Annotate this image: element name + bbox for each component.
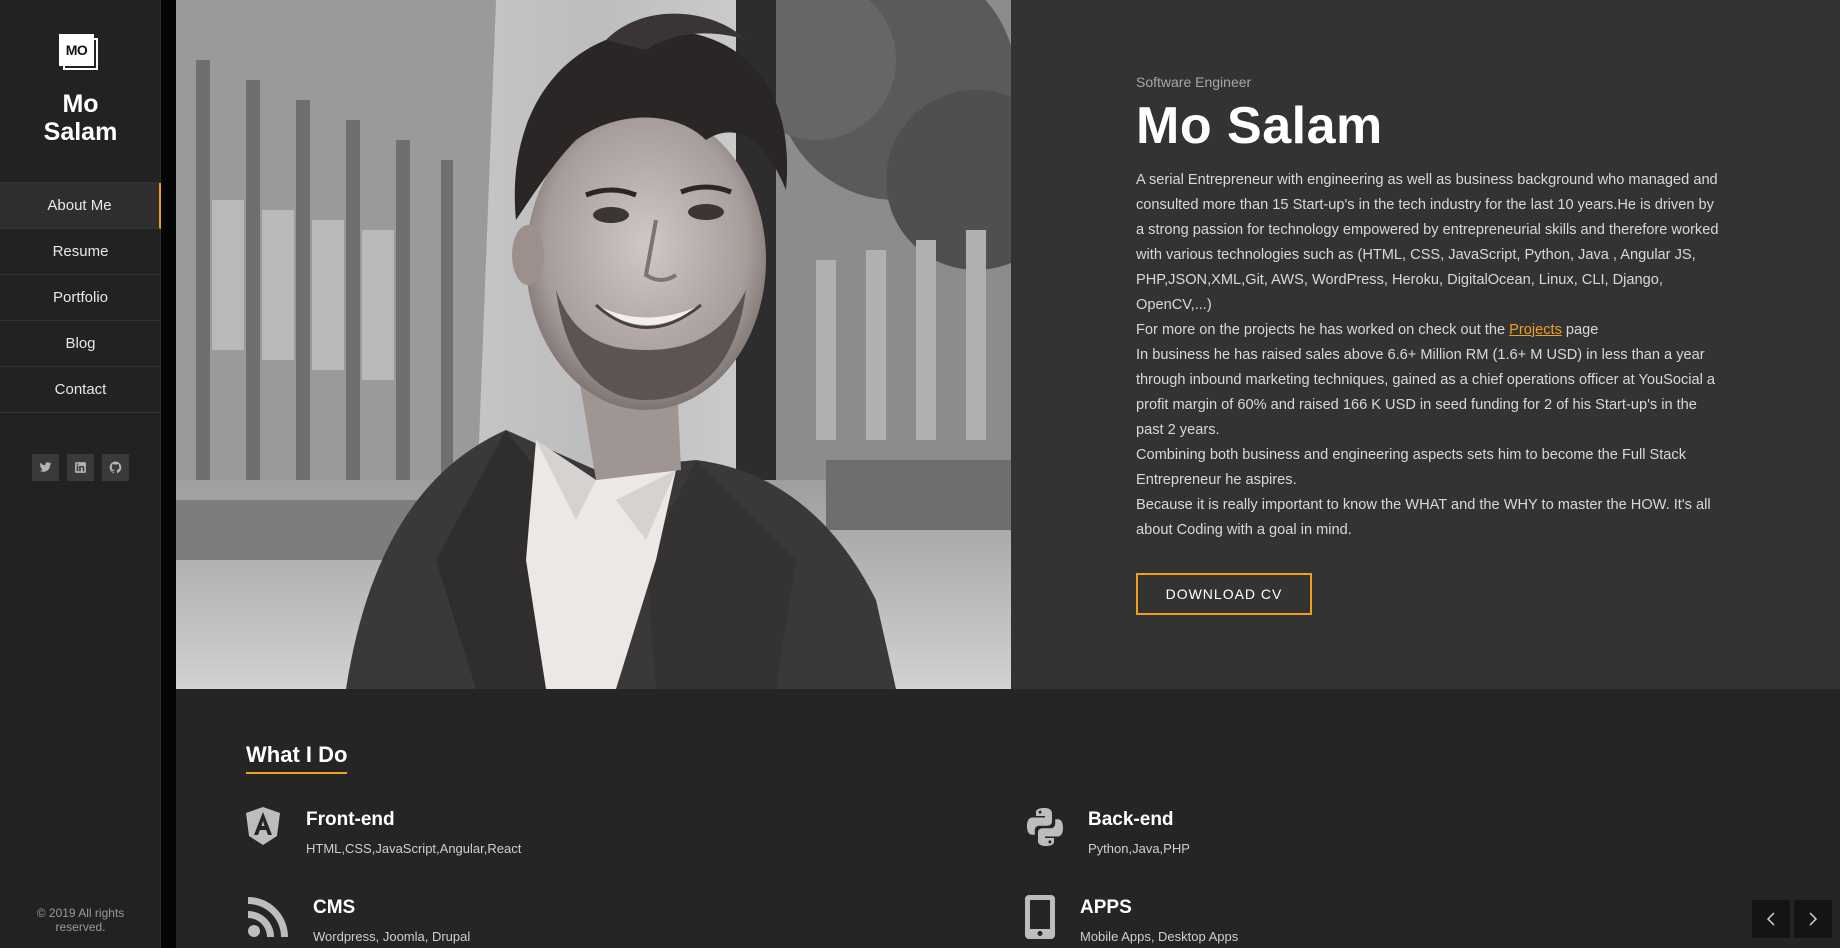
bio-paragraph: A serial Entrepreneur with engineering a… xyxy=(1136,172,1719,313)
bio-paragraph: Because it is really important to know t… xyxy=(1136,497,1711,538)
angular-icon xyxy=(246,807,280,845)
social-links xyxy=(32,454,129,481)
service-desc: HTML,CSS,JavaScript,Angular,React xyxy=(306,841,522,856)
job-title: Software Engineer xyxy=(1136,74,1252,90)
projects-link[interactable]: Projects xyxy=(1509,322,1562,338)
sidebar: MO Mo Salam About Me Resume Portfolio Bl… xyxy=(0,0,161,948)
github-link[interactable] xyxy=(102,454,129,481)
person-name: Mo Salam xyxy=(1136,97,1383,155)
logo[interactable]: MO xyxy=(59,34,98,70)
service-desc: Mobile Apps, Desktop Apps xyxy=(1080,929,1239,944)
copyright: © 2019 All rights reserved. xyxy=(36,906,125,934)
previous-section-button[interactable] xyxy=(1752,900,1790,938)
service-title: Front-end xyxy=(306,809,395,830)
bio-projects-line: For more on the projects he has worked o… xyxy=(1136,322,1599,338)
python-icon xyxy=(1025,807,1065,847)
brand-name: Mo Salam xyxy=(43,90,118,146)
main-nav: About Me Resume Portfolio Blog Contact xyxy=(0,182,161,413)
mobile-icon xyxy=(1025,895,1055,939)
section-pager xyxy=(1752,900,1832,938)
nav-item-resume[interactable]: Resume xyxy=(0,229,161,275)
logo-text: MO xyxy=(59,34,94,66)
rss-icon xyxy=(246,895,290,939)
bio-paragraph: Combining both business and engineering … xyxy=(1136,447,1687,488)
sidebar-divider xyxy=(161,0,176,948)
section-title: What I Do xyxy=(246,742,348,774)
bio: A serial Entrepreneur with engineering a… xyxy=(1136,168,1726,543)
next-section-button[interactable] xyxy=(1794,900,1832,938)
profile-photo xyxy=(176,0,1011,689)
chevron-right-icon xyxy=(1809,912,1818,926)
download-cv-button[interactable]: DOWNLOAD CV xyxy=(1136,573,1312,615)
service-desc: Wordpress, Joomla, Drupal xyxy=(313,929,471,944)
chevron-left-icon xyxy=(1766,912,1775,926)
hero-section: Software Engineer Mo Salam A serial Entr… xyxy=(176,0,1840,689)
nav-item-portfolio[interactable]: Portfolio xyxy=(0,275,161,321)
twitter-icon xyxy=(39,462,52,472)
service-desc: Python,Java,PHP xyxy=(1088,841,1190,856)
twitter-link[interactable] xyxy=(32,454,59,481)
bio-paragraph: In business he has raised sales above 6.… xyxy=(1136,347,1716,438)
service-title: CMS xyxy=(313,897,356,918)
linkedin-icon xyxy=(75,462,86,473)
services-section: What I Do Front-end HTML,CSS,JavaScript,… xyxy=(176,689,1840,948)
github-icon xyxy=(109,461,122,474)
service-title: Back-end xyxy=(1088,809,1174,830)
service-title: APPS xyxy=(1080,897,1132,918)
nav-item-blog[interactable]: Blog xyxy=(0,321,161,367)
nav-item-about-me[interactable]: About Me xyxy=(0,183,161,229)
nav-item-contact[interactable]: Contact xyxy=(0,367,161,413)
linkedin-link[interactable] xyxy=(67,454,94,481)
